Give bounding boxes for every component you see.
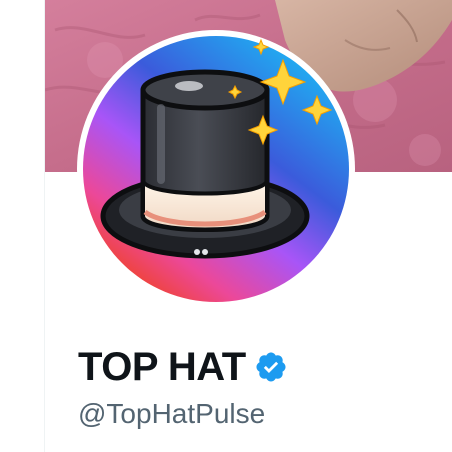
top-hat-icon xyxy=(83,36,349,302)
profile-name-row: TOP HAT xyxy=(78,342,288,392)
profile-handle: @TopHatPulse xyxy=(78,398,266,429)
profile-avatar[interactable] xyxy=(77,30,355,308)
profile-display-name: TOP HAT xyxy=(78,345,246,389)
verified-badge-icon[interactable] xyxy=(254,350,288,384)
profile-page: TOP HAT @TopHatPulse xyxy=(0,0,452,452)
